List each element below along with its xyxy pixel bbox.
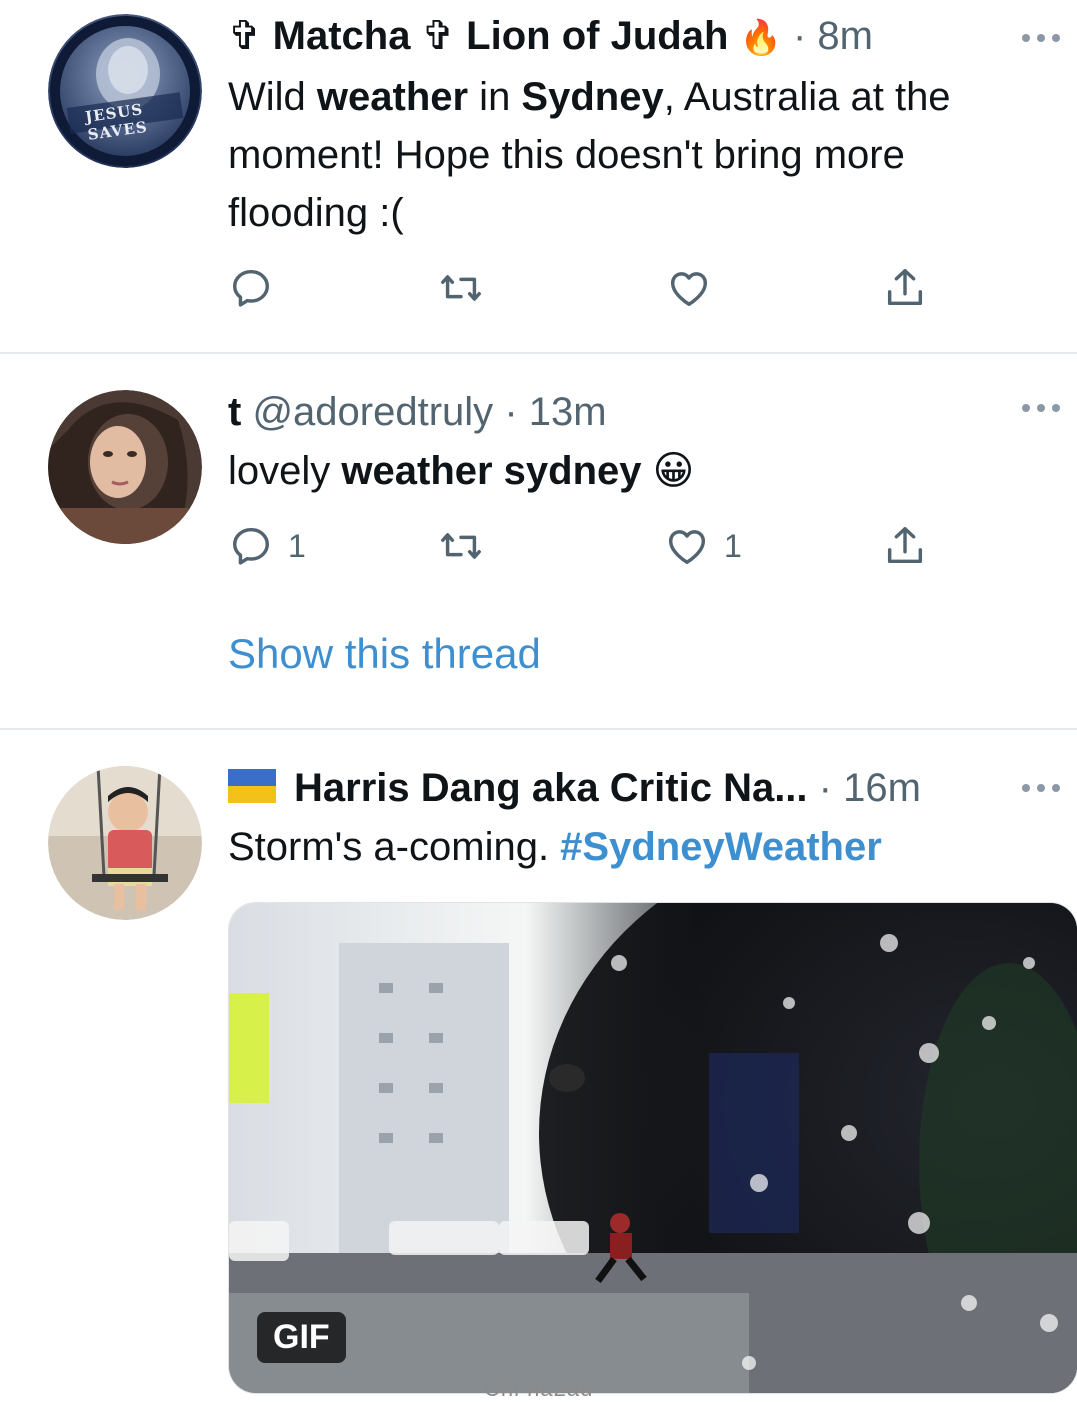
watermark: Chi na2au: [484, 1376, 594, 1401]
like-icon: [670, 272, 708, 307]
timestamp[interactable]: · 16m: [819, 766, 921, 810]
show-thread-link[interactable]: Show this thread: [228, 630, 541, 678]
more-icon[interactable]: [1019, 778, 1063, 798]
gif-media[interactable]: GIF: [228, 902, 1077, 1394]
more-icon[interactable]: [1019, 28, 1063, 48]
reply-button[interactable]: [228, 264, 274, 312]
avatar[interactable]: JESUS SAVES: [48, 14, 202, 168]
tweet-header: ✞ Matcha ✞ Lion of Judah 🔥 · 8m: [228, 10, 997, 64]
text-part: in: [468, 75, 522, 119]
like-button[interactable]: [666, 264, 712, 312]
retweet-icon: [441, 275, 481, 301]
tweet-header: t @adoredtruly · 13m: [228, 386, 997, 438]
storm-gif-image: [229, 903, 1077, 1393]
like-icon: [668, 530, 706, 565]
more-icon[interactable]: [1019, 398, 1063, 418]
ukraine-flag-icon: [228, 769, 276, 803]
tweet-1[interactable]: JESUS SAVES ✞ Matcha ✞ Lion of Judah 🔥 ·…: [0, 0, 1077, 352]
tweet-2[interactable]: t @adoredtruly · 13m lovely weather sydn…: [0, 354, 1077, 728]
timestamp[interactable]: · 13m: [504, 390, 606, 434]
tweet-text: lovely weather sydney 😀: [228, 442, 1047, 500]
action-bar: [228, 264, 948, 312]
retweet-icon: [441, 533, 481, 559]
fire-emoji: 🔥: [739, 19, 782, 57]
text-highlight: Sydney: [521, 75, 664, 119]
reply-icon: [232, 269, 270, 307]
retweet-button[interactable]: [438, 264, 484, 312]
like-count: 1: [724, 527, 742, 564]
timestamp[interactable]: · 8m: [793, 14, 873, 58]
avatar[interactable]: [48, 390, 202, 544]
text-part: [642, 449, 653, 493]
share-icon: [887, 269, 923, 306]
display-name[interactable]: t: [228, 390, 241, 434]
tweet-text: Wild weather in Sydney, Australia at the…: [228, 68, 1047, 242]
share-icon: [887, 527, 923, 564]
text-part: Wild: [228, 75, 317, 119]
retweet-button[interactable]: [438, 522, 484, 570]
reply-button[interactable]: 1: [228, 522, 306, 570]
display-name[interactable]: ✞ Matcha ✞ Lion of Judah: [228, 14, 728, 58]
text-highlight: weather: [316, 75, 469, 119]
share-button[interactable]: [882, 522, 928, 570]
display-name[interactable]: Harris Dang aka Critic Na...: [294, 766, 808, 810]
avatar[interactable]: [48, 766, 202, 920]
action-bar: 1 1: [228, 522, 948, 570]
reply-count: 1: [288, 527, 306, 564]
tweet-text: Storm's a-coming. #SydneyWeather: [228, 818, 1047, 876]
hashtag-link[interactable]: #SydneyWeather: [560, 825, 882, 869]
text-highlight: weather sydney: [341, 449, 642, 493]
text-part: Storm's a-coming.: [228, 825, 561, 869]
tweet-header: Harris Dang aka Critic Na... · 16m: [228, 762, 997, 814]
grinning-emoji: 😀: [652, 449, 695, 493]
username[interactable]: @adoredtruly: [252, 390, 493, 434]
share-button[interactable]: [882, 264, 928, 312]
reply-icon: [232, 527, 270, 565]
gif-badge: GIF: [257, 1312, 346, 1363]
text-part: lovely: [228, 449, 342, 493]
like-button[interactable]: 1: [664, 522, 742, 570]
